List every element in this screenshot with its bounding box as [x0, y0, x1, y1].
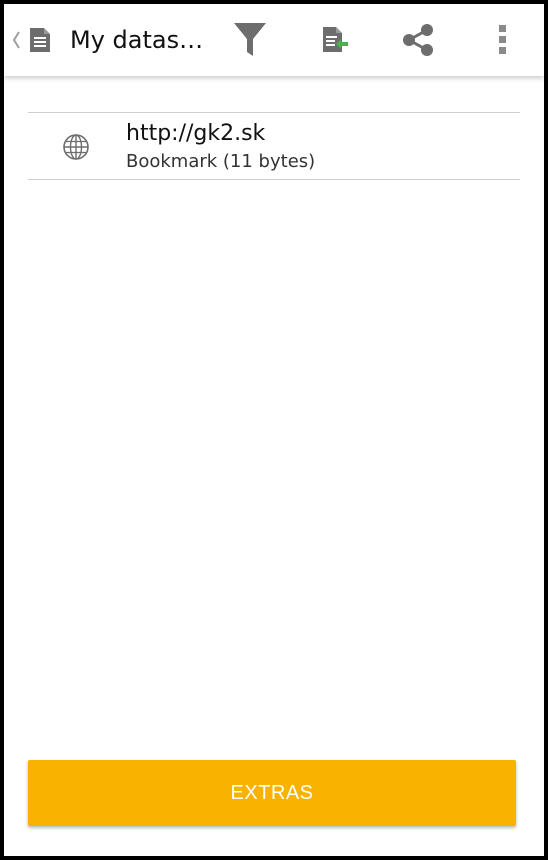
more-vert-icon — [499, 25, 506, 54]
divider — [28, 179, 520, 180]
share-icon — [403, 24, 433, 56]
overflow-menu-button[interactable] — [478, 18, 526, 62]
item-subtitle: Bookmark (11 bytes) — [126, 151, 316, 172]
extras-button[interactable]: EXTRAS — [28, 760, 516, 826]
back-chevron-icon[interactable] — [10, 28, 22, 52]
document-icon[interactable] — [28, 26, 52, 54]
action-bar: My datas… — [4, 4, 544, 76]
filter-icon — [234, 23, 266, 56]
export-button[interactable] — [311, 18, 359, 62]
share-button[interactable] — [394, 18, 442, 62]
export-document-icon — [323, 27, 348, 52]
dataset-list: http://gk2.sk Bookmark (11 bytes) — [28, 112, 520, 180]
app-screen: My datas… http://gk2.sk Bookmark (11 byt… — [4, 4, 544, 856]
list-item-bookmark[interactable]: http://gk2.sk Bookmark (11 bytes) — [28, 113, 520, 179]
screen-title: My datas… — [70, 26, 204, 54]
filter-button[interactable] — [226, 18, 274, 62]
item-title: http://gk2.sk — [126, 121, 266, 146]
globe-icon — [63, 134, 89, 160]
